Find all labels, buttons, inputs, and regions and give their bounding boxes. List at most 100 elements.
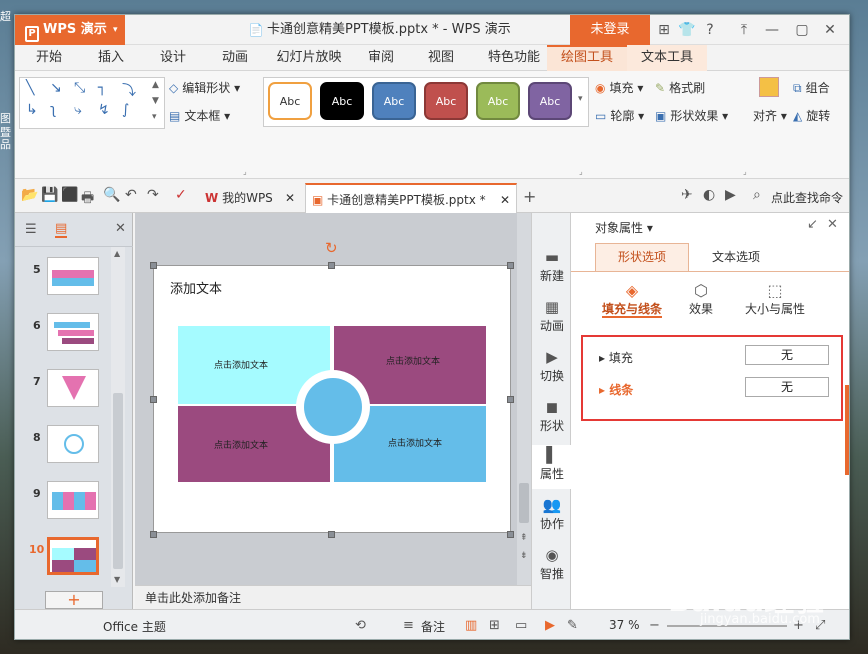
style-swatch[interactable]: Abc	[424, 82, 468, 120]
rotate-handle-icon[interactable]: ↻	[325, 239, 338, 257]
slide-title[interactable]: 添加文本	[170, 278, 222, 297]
dialog-launcher-icon[interactable]: ⌟	[243, 167, 247, 176]
undo-icon[interactable]: ↶	[125, 187, 137, 203]
print-preview-icon[interactable]: 🔍	[103, 187, 120, 203]
reading-view-icon[interactable]: ▭	[515, 618, 527, 633]
redo-icon[interactable]: ↷	[147, 187, 159, 203]
curved-arrow-icon[interactable]: ⤷	[74, 102, 82, 118]
tab-animation[interactable]: 动画	[211, 45, 259, 71]
shape-effects-button[interactable]: ▣ 形状效果 ▾	[655, 107, 728, 124]
resize-handle[interactable]	[507, 262, 514, 269]
sidebar-properties[interactable]: ▌ 属性	[532, 445, 572, 489]
close-tab-icon[interactable]: ✕	[285, 183, 295, 213]
elbow-double-icon[interactable]: ↳	[26, 102, 38, 118]
center-circle[interactable]	[304, 378, 362, 436]
text-box-button[interactable]: ▤ 文本框 ▾	[169, 107, 230, 124]
resize-handle[interactable]	[150, 262, 157, 269]
restore-icon[interactable]: ▢	[793, 21, 811, 39]
scroll-up-icon[interactable]: ▲	[114, 249, 120, 258]
slide-thumbnail[interactable]	[47, 257, 99, 295]
history-icon[interactable]: ⟲	[355, 618, 366, 633]
play-icon[interactable]: ▶	[545, 618, 555, 633]
help-icon[interactable]: ?	[701, 21, 719, 39]
next-slide-icon[interactable]: ⇟	[520, 551, 528, 561]
double-arrow-shape-icon[interactable]: ⤡	[74, 80, 85, 96]
prev-slide-icon[interactable]: ⇞	[520, 533, 528, 543]
tab-shape-options[interactable]: 形状选项	[595, 243, 689, 271]
line-shape-icon[interactable]: ╲	[26, 80, 34, 96]
pen-icon[interactable]: ✎	[567, 618, 578, 633]
slide-thumbnail[interactable]	[47, 481, 99, 519]
scroll-thumb[interactable]	[113, 393, 123, 569]
sidebar-recommend[interactable]: ◉ 智推	[532, 545, 572, 589]
slides-view-icon[interactable]: ▤	[55, 221, 68, 238]
normal-view-icon[interactable]: ▥	[465, 618, 477, 633]
add-slide-button[interactable]: +	[45, 591, 103, 609]
slide-thumbnail[interactable]	[47, 313, 99, 351]
print-icon[interactable]: 🖶	[81, 187, 94, 211]
notes-toggle[interactable]: 备注	[421, 618, 445, 635]
close-pane-icon[interactable]: ✕	[115, 221, 126, 236]
elbow-arrow-icon[interactable]: ⤵	[122, 80, 136, 100]
thumbnail-scrollbar[interactable]: ▲ ▼	[111, 247, 125, 587]
shirt-icon[interactable]: 👕	[678, 21, 696, 39]
tab-text-options[interactable]: 文本选项	[689, 243, 783, 271]
sidebar-new[interactable]: ▬ 新建	[532, 247, 572, 291]
sidebar-transition[interactable]: ▶ 切换	[532, 347, 572, 391]
zoom-out-icon[interactable]: −	[649, 618, 660, 633]
scroll-up-icon[interactable]: ▲	[152, 80, 159, 90]
format-painter-button[interactable]: ✎ 格式刷	[655, 79, 705, 96]
customize-icon[interactable]: ✓	[175, 187, 187, 203]
panel-title[interactable]: 对象属性 ▾	[595, 219, 653, 236]
outline-button[interactable]: ▭ 轮廓 ▾	[595, 107, 644, 124]
tab-design[interactable]: 设计	[149, 45, 197, 71]
subtab-size[interactable]: ⬚ 大小与属性	[735, 281, 815, 327]
resize-handle[interactable]	[150, 531, 157, 538]
upload-icon[interactable]: ⤒	[735, 21, 753, 39]
resize-handle[interactable]	[150, 396, 157, 403]
dialog-launcher-icon[interactable]: ⌟	[579, 167, 583, 176]
open-folder-icon[interactable]: 📂	[21, 187, 38, 203]
slide-thumbnail-active[interactable]	[47, 537, 99, 575]
sync-icon[interactable]: ◐	[703, 187, 715, 203]
sidebar-collaborate[interactable]: 👥 协作	[532, 495, 572, 539]
close-tab-icon[interactable]: ✕	[500, 185, 510, 215]
style-swatch[interactable]: Abc	[268, 82, 312, 120]
pdf-icon[interactable]: ⬛	[61, 187, 78, 203]
wps-menu-button[interactable]: P WPS 演示 ▾	[15, 15, 125, 45]
rotate-button[interactable]: ◭ 旋转	[793, 107, 830, 124]
tab-special[interactable]: 特色功能	[479, 45, 549, 71]
curved-double-icon[interactable]: ↯	[98, 102, 110, 118]
group-button[interactable]: ⧉ 组合	[793, 79, 830, 96]
command-search-input[interactable]: 点此查找命令	[771, 189, 843, 206]
panel-collapse-tab[interactable]	[845, 385, 849, 475]
dialog-launcher-icon[interactable]: ⌟	[743, 167, 747, 176]
style-swatch[interactable]: Abc	[320, 82, 364, 120]
minimize-icon[interactable]: —	[763, 21, 781, 39]
save-icon[interactable]: 💾	[41, 187, 58, 203]
resize-handle[interactable]	[328, 262, 335, 269]
curved-connector-icon[interactable]: ʅ	[50, 102, 56, 118]
new-tab-icon[interactable]: +	[523, 187, 536, 206]
resize-handle[interactable]	[507, 396, 514, 403]
dock-icon[interactable]: ↙	[807, 217, 818, 232]
fill-button[interactable]: ◉ 填充 ▾	[595, 79, 643, 96]
arrow-shape-icon[interactable]: ↘	[50, 80, 62, 96]
style-swatch[interactable]: Abc	[372, 82, 416, 120]
resize-handle[interactable]	[507, 531, 514, 538]
elbow-connector-icon[interactable]: ┐	[98, 80, 106, 96]
comment-icon[interactable]: ▶	[725, 187, 736, 203]
tab-view[interactable]: 视图	[419, 45, 463, 71]
slide-thumbnail[interactable]	[47, 369, 99, 407]
login-button[interactable]: 未登录	[570, 15, 650, 45]
tab-drawing-tools[interactable]: 绘图工具	[547, 45, 627, 71]
tab-home[interactable]: 开始	[25, 45, 73, 71]
shape-gallery[interactable]: ╲ ↘ ⤡ ┐ ⤵ ↳ ʅ ⤷ ↯ ∫ ▲ ▼ ▾	[19, 77, 165, 129]
style-swatch[interactable]: Abc	[528, 82, 572, 120]
search-icon[interactable]: ⌕	[753, 187, 761, 203]
subtab-fill-line[interactable]: ◈ 填充与线条	[601, 281, 663, 327]
freeform-icon[interactable]: ∫	[122, 102, 129, 118]
scroll-down-icon[interactable]: ▼	[152, 96, 159, 106]
tab-my-wps[interactable]: W 我的WPS ✕	[199, 183, 301, 213]
tab-text-tools[interactable]: 文本工具	[627, 45, 707, 71]
